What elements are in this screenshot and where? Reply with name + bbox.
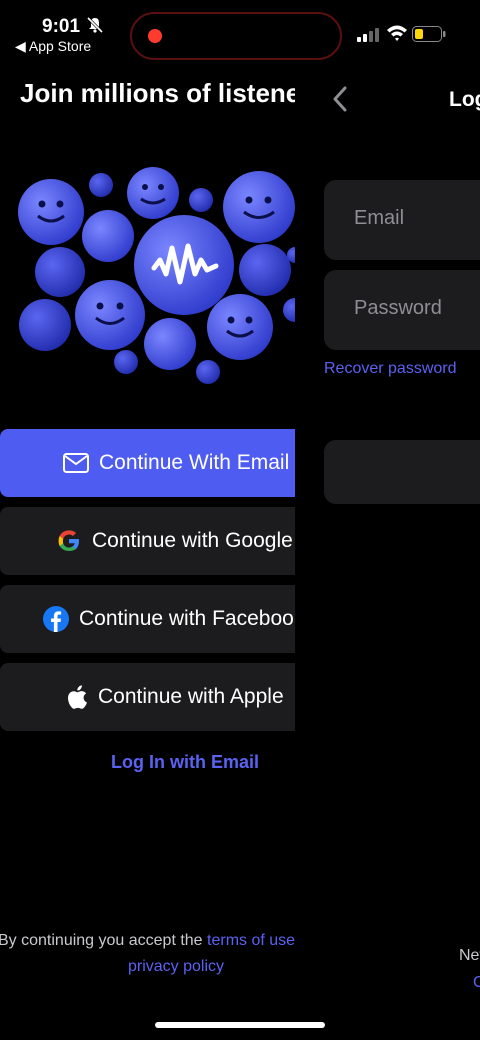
signup-prompt-text: New [459, 947, 480, 964]
continue-with-facebook-button[interactable]: Continue with Facebook [0, 585, 295, 653]
home-indicator[interactable] [155, 1022, 325, 1028]
continue-with-google-button[interactable]: Continue with Google [0, 507, 295, 575]
facebook-icon [43, 606, 69, 632]
button-label: Continue with Facebook [79, 607, 295, 630]
button-label: Continue with Google [92, 529, 293, 552]
mail-icon [63, 453, 89, 473]
page-title: Join millions of listeners [20, 78, 295, 108]
terms-prefix: By continuing you accept the [0, 932, 208, 949]
back-chevron-icon[interactable] [332, 86, 348, 117]
create-account-link[interactable]: C [473, 974, 480, 992]
button-label: Continue With Email [99, 451, 290, 474]
email-field[interactable]: Email [324, 180, 480, 260]
continue-with-email-button[interactable]: Continue With Email [0, 429, 295, 497]
google-icon [56, 528, 82, 554]
privacy-policy-link[interactable]: privacy policy [128, 958, 224, 976]
login-screen: Log in Email Password Recover password N… [295, 0, 480, 1040]
recover-password-link[interactable]: Recover password [324, 360, 457, 378]
terms-of-use-link[interactable]: terms of use [207, 932, 295, 949]
terms-text: By continuing you accept the terms of us… [0, 932, 295, 950]
log-in-with-email-link[interactable]: Log In with Email [0, 752, 295, 773]
apple-icon [64, 684, 88, 710]
login-button[interactable] [324, 440, 480, 504]
password-field[interactable]: Password [324, 270, 480, 350]
onboarding-screen: Join millions of listeners Continue With… [0, 0, 295, 1040]
login-title: Log in [449, 88, 480, 111]
password-placeholder: Password [354, 297, 442, 319]
button-label: Continue with Apple [98, 685, 284, 708]
listeners-illustration [0, 160, 295, 395]
email-placeholder: Email [354, 207, 405, 229]
continue-with-apple-button[interactable]: Continue with Apple [0, 663, 295, 731]
